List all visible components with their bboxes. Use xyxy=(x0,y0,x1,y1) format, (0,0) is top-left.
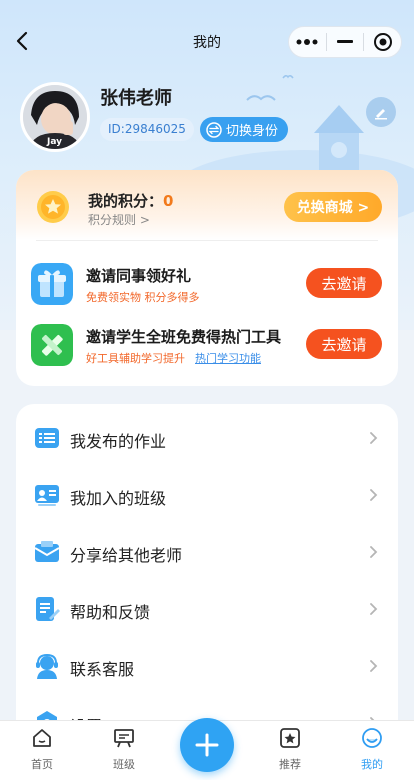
chevron-right-icon xyxy=(370,432,378,444)
exchange-mall-button[interactable]: 兑换商城 > xyxy=(284,192,382,222)
user-name: 张伟老师 xyxy=(100,88,172,109)
bird-decoration xyxy=(246,95,276,101)
gold-coin-icon xyxy=(37,191,69,223)
menu-item-joined-classes[interactable]: 我加入的班级 xyxy=(16,465,398,522)
menu-item-help-feedback[interactable]: 帮助和反馈 xyxy=(16,579,398,636)
homework-list-icon xyxy=(35,428,59,448)
star-icon xyxy=(280,728,300,748)
customer-service-icon xyxy=(36,653,58,679)
tab-label: 推荐 xyxy=(279,758,301,771)
chevron-right-icon xyxy=(370,546,378,558)
create-plus-button[interactable] xyxy=(180,718,234,772)
edit-profile-button[interactable] xyxy=(366,97,396,127)
chevron-right-icon xyxy=(370,603,378,615)
menu-label: 分享给其他老师 xyxy=(70,546,183,565)
invite-students-subtitle-line: 好工具辅助学习提升 热门学习功能 xyxy=(86,350,261,366)
plus-icon xyxy=(195,733,219,757)
invite-colleague-subtitle: 免费领实物 积分多得多 xyxy=(86,291,200,304)
class-board-icon xyxy=(35,485,59,506)
avatar-caption: Jay xyxy=(47,137,63,147)
ruler-pencil-icon xyxy=(31,324,73,366)
chevron-right-icon xyxy=(370,660,378,672)
home-icon xyxy=(33,729,51,747)
class-icon xyxy=(114,729,134,748)
menu-label: 我发布的作业 xyxy=(70,432,167,451)
more-menu-button[interactable] xyxy=(289,27,326,57)
tab-label: 我的 xyxy=(361,758,383,771)
invite-students-subtitle: 好工具辅助学习提升 xyxy=(86,352,185,365)
tab-class[interactable]: 班级 xyxy=(94,727,154,772)
points-value: 0 xyxy=(163,192,174,210)
chevron-right-icon xyxy=(370,489,378,501)
tab-mine[interactable]: 我的 xyxy=(342,727,402,772)
mini-program-capsule xyxy=(288,26,402,58)
navigation-bar: 我的 xyxy=(0,22,414,62)
bird-decoration xyxy=(282,74,294,79)
more-dots-icon xyxy=(296,39,318,45)
menu-label: 我加入的班级 xyxy=(70,489,167,508)
points-card: 我的积分：0 积分规则 > 兑换商城 > 邀请同事领好礼 免费领实物 积分多得多… xyxy=(16,170,398,386)
invite-colleague-title: 邀请同事领好礼 xyxy=(86,267,192,285)
switch-identity-label: 切换身份 xyxy=(226,124,279,139)
profile-face-icon xyxy=(362,728,382,748)
target-close-icon xyxy=(373,33,392,51)
invite-students-row: 邀请学生全班免费得热门工具 好工具辅助学习提升 热门学习功能 去邀请 xyxy=(16,321,398,371)
switch-arrows-icon xyxy=(206,121,222,138)
minimize-icon xyxy=(337,40,353,43)
switch-identity-button[interactable]: 切换身份 xyxy=(200,117,289,142)
hot-learning-features-link[interactable]: 热门学习功能 xyxy=(195,352,261,365)
invite-students-title: 邀请学生全班免费得热门工具 xyxy=(86,328,282,346)
feedback-edit-icon xyxy=(36,597,60,621)
menu-label: 帮助和反馈 xyxy=(70,603,151,622)
minimize-button[interactable] xyxy=(327,27,364,57)
menu-item-published-homework[interactable]: 我发布的作业 xyxy=(16,408,398,465)
menu-item-share-teachers[interactable]: 分享给其他老师 xyxy=(16,522,398,579)
points-header: 我的积分：0 积分规则 > 兑换商城 > xyxy=(16,170,398,240)
envelope-share-icon xyxy=(34,541,60,562)
points-label-line: 我的积分：0 xyxy=(88,190,173,211)
invite-colleague-row: 邀请同事领好礼 免费领实物 积分多得多 去邀请 xyxy=(16,260,398,310)
tab-home[interactable]: 首页 xyxy=(12,727,72,772)
close-program-button[interactable] xyxy=(364,27,401,57)
invite-colleague-button[interactable]: 去邀请 xyxy=(306,268,382,298)
tab-recommend[interactable]: 推荐 xyxy=(260,727,320,772)
points-label: 我的积分： xyxy=(88,192,164,210)
edit-pen-icon xyxy=(375,109,387,120)
user-id-badge: ID:29846025 xyxy=(100,118,194,141)
card-divider xyxy=(36,240,378,241)
tab-label: 首页 xyxy=(31,758,53,771)
menu-label: 联系客服 xyxy=(70,660,135,679)
tab-label: 班级 xyxy=(113,758,135,771)
menu-item-contact-service[interactable]: 联系客服 xyxy=(16,636,398,693)
invite-students-button[interactable]: 去邀请 xyxy=(306,329,382,359)
points-rule-link[interactable]: 积分规则 > xyxy=(88,211,150,228)
avatar[interactable]: Jay xyxy=(20,82,90,152)
gift-box-icon xyxy=(31,263,73,305)
